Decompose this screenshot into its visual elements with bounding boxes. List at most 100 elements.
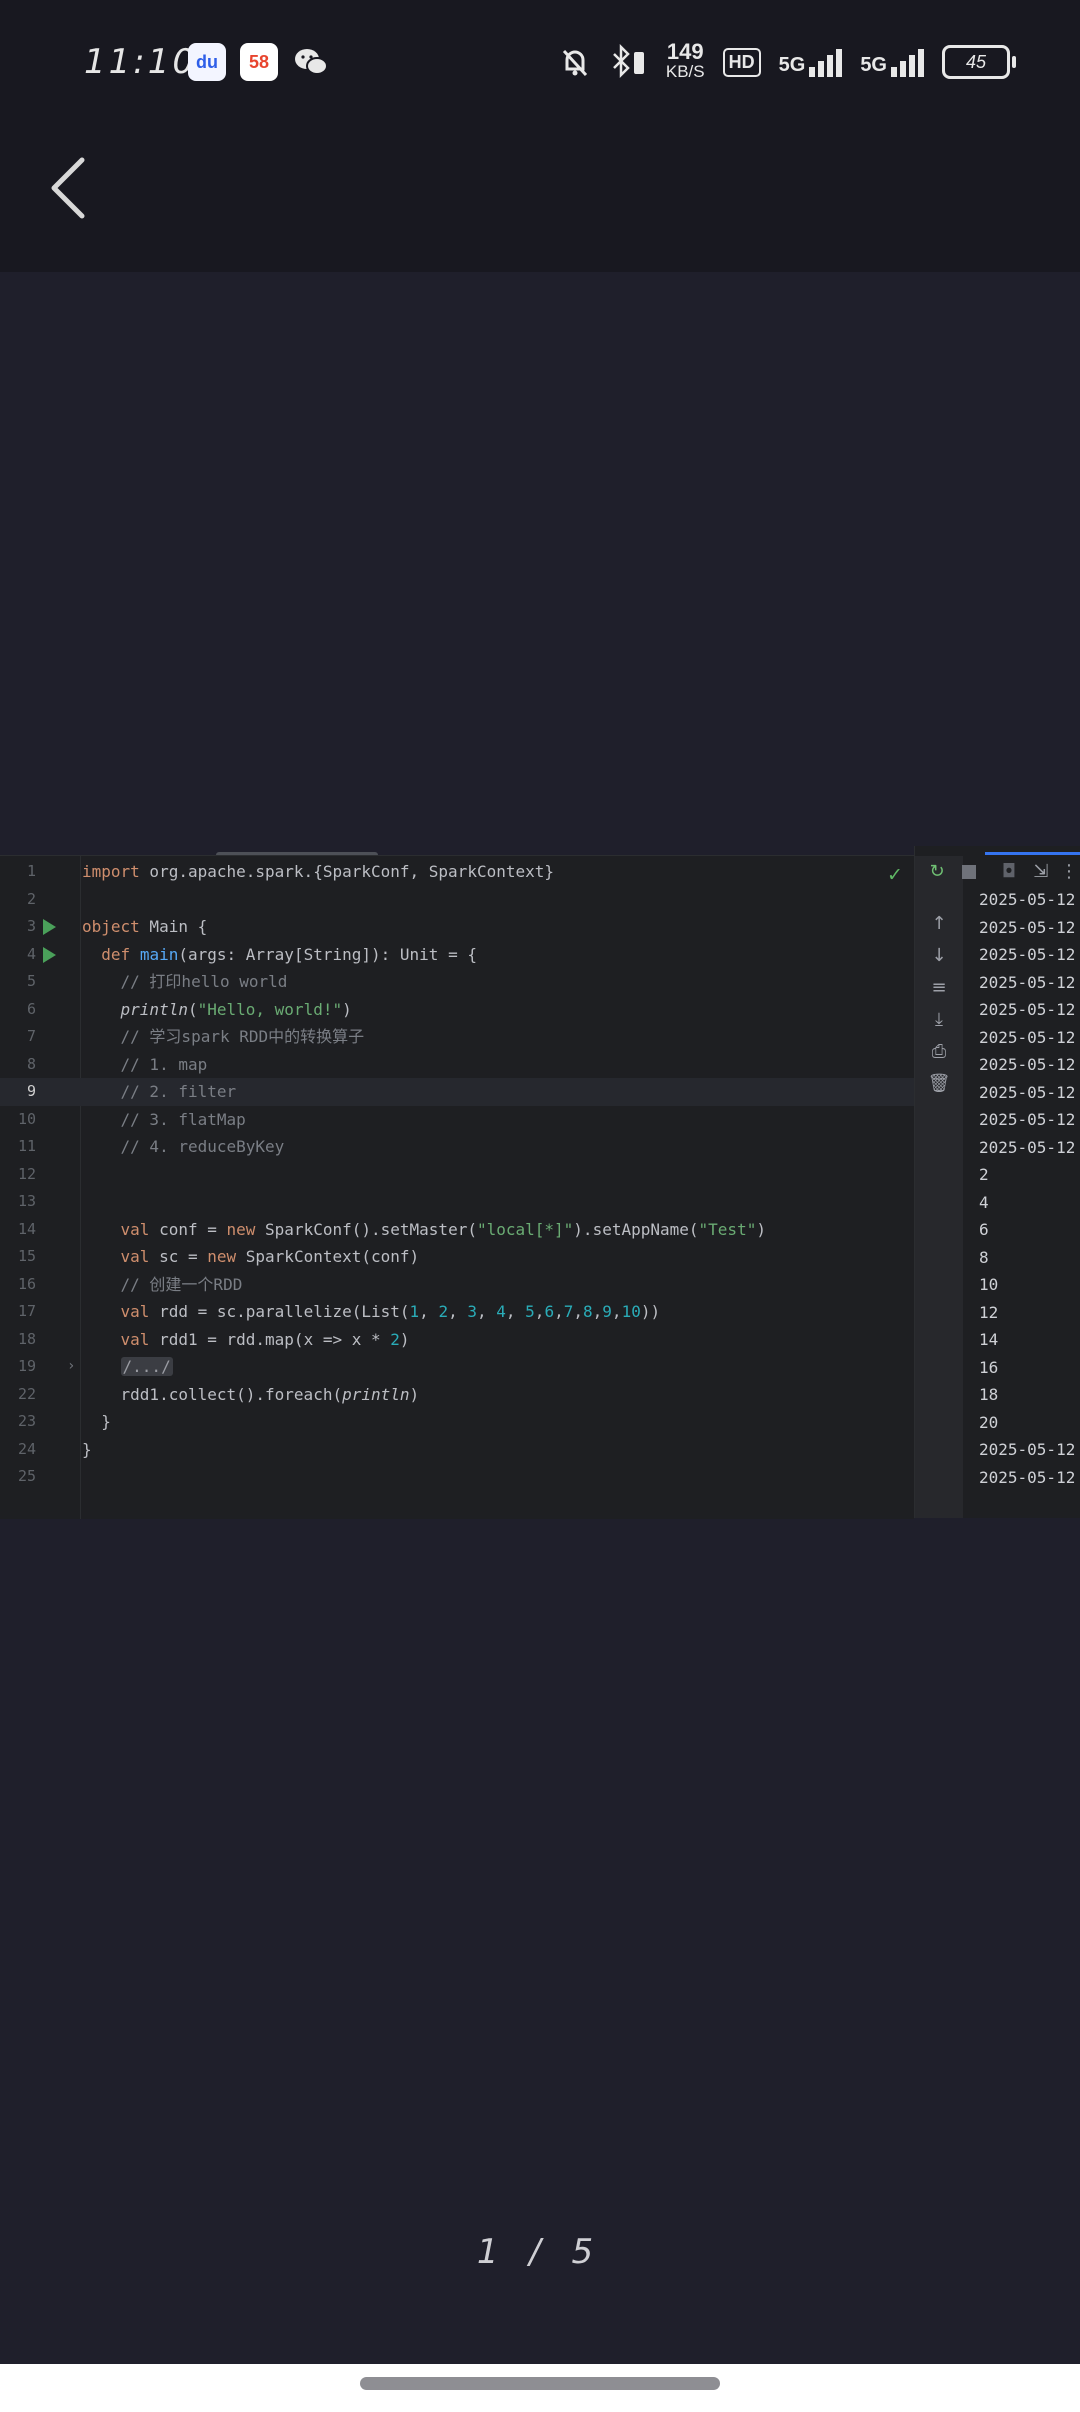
- scroll-down-icon[interactable]: ↓: [925, 942, 953, 970]
- code-text: // 打印hello world: [120, 972, 288, 991]
- code-text: // 学习spark RDD中的转换算子: [120, 1027, 365, 1046]
- line-number: 22: [17, 1384, 36, 1403]
- camera-icon[interactable]: ◘: [995, 858, 1023, 886]
- console-output-line: 10: [979, 1275, 999, 1294]
- viewer-top-bar: [0, 126, 1080, 272]
- rerun-icon[interactable]: ↻: [923, 858, 951, 886]
- code-text: // 4. reduceByKey: [120, 1137, 285, 1156]
- signal-2: 5G: [860, 47, 924, 77]
- restore-layout-icon[interactable]: ⇲: [1027, 858, 1055, 886]
- run-gutter-icon[interactable]: [43, 946, 56, 963]
- line-number: 8: [26, 1054, 36, 1073]
- code-line[interactable]: 24}: [0, 1436, 914, 1464]
- code-line[interactable]: 19 › /.../: [0, 1353, 914, 1381]
- console-output-line: 2025-05-12: [979, 1055, 1076, 1074]
- line-number: 5: [26, 972, 36, 990]
- hd-badge: HD: [722, 47, 761, 77]
- line-number: 12: [17, 1164, 36, 1183]
- code-line[interactable]: 18 val rdd1 = rdd.map(x => x * 2): [0, 1326, 914, 1354]
- run-console-panel: ↻ ◘ ⇲ ⋮ ↑ ↓ ≡ ⤓ ⎙ 🗑 2025-05-12 2025-05-12…: [914, 846, 1080, 1518]
- code-line[interactable]: 8 // 1. map: [0, 1051, 914, 1079]
- console-output-line: 2025-05-12: [979, 1137, 1076, 1157]
- back-arrow-icon[interactable]: [44, 154, 94, 222]
- console-output-line: 2025-05-12: [979, 1000, 1076, 1019]
- line-number: 24: [17, 1439, 36, 1458]
- line-number: 17: [17, 1302, 36, 1320]
- line-number: 19: [17, 1357, 36, 1375]
- console-output-line: 2025-05-12: [979, 972, 1076, 992]
- stop-icon[interactable]: [955, 858, 983, 886]
- code-line[interactable]: 3 object Main {: [0, 913, 914, 941]
- scroll-to-end-icon[interactable]: ⤓: [925, 1006, 953, 1034]
- console-output-line: 2025-05-12: [979, 890, 1076, 909]
- line-number: 11: [17, 1137, 36, 1155]
- code-line[interactable]: 2: [0, 886, 914, 914]
- scroll-up-icon[interactable]: ↑: [925, 910, 953, 938]
- clear-all-icon[interactable]: 🗑: [925, 1070, 953, 1098]
- line-number: 2: [26, 889, 36, 908]
- fold-chevron-icon[interactable]: ›: [67, 1353, 75, 1381]
- no-errors-check-icon: ✓: [887, 864, 903, 886]
- signal-1: 5G: [779, 47, 843, 77]
- line-number: 4: [26, 944, 36, 963]
- status-indicators: 149 KB/S HD 5G 5G 45: [558, 36, 1016, 88]
- code-line[interactable]: 7 // 学习spark RDD中的转换算子: [0, 1023, 914, 1051]
- console-output-line: 2025-05-12: [979, 945, 1076, 964]
- console-output-line: 14: [979, 1330, 999, 1349]
- console-output-line: 6: [979, 1220, 989, 1239]
- code-line[interactable]: 4 def main(args: Array[String]): Unit = …: [0, 941, 914, 969]
- code-line[interactable]: 25: [0, 1463, 914, 1491]
- baidu-app-icon: du: [188, 43, 226, 81]
- console-top-toolbar: ↻ ◘ ⇲ ⋮: [915, 858, 1080, 888]
- battery-indicator: 45: [942, 45, 1016, 79]
- code-line[interactable]: 9 // 2. filter: [0, 1078, 914, 1106]
- console-output-line: 16: [979, 1357, 999, 1377]
- line-number: 7: [26, 1027, 36, 1045]
- run-gutter-icon[interactable]: [43, 919, 56, 935]
- print-icon[interactable]: ⎙: [925, 1038, 953, 1066]
- console-output-line: 2025-05-12: [979, 1440, 1076, 1459]
- line-number: 3: [26, 917, 36, 935]
- code-line[interactable]: 23 }: [0, 1408, 914, 1436]
- code-line[interactable]: 11 // 4. reduceByKey: [0, 1133, 914, 1161]
- line-number: 6: [26, 999, 36, 1018]
- status-time: 11:10: [84, 42, 197, 82]
- 58-app-icon: 58: [240, 43, 278, 81]
- console-output-line: 20: [979, 1412, 999, 1432]
- line-number: 1: [26, 862, 36, 880]
- code-line[interactable]: 12: [0, 1161, 914, 1189]
- line-number: 9: [26, 1082, 36, 1100]
- code-line[interactable]: 1 import org.apache.spark.{SparkConf, Spa…: [0, 858, 914, 886]
- code-text: val sc = new SparkContext(conf): [120, 1247, 420, 1266]
- code-line[interactable]: 13: [0, 1188, 914, 1216]
- code-line[interactable]: 5 // 打印hello world: [0, 968, 914, 996]
- code-line[interactable]: 16 // 创建一个RDD: [0, 1271, 914, 1299]
- code-editor: 1 import org.apache.spark.{SparkConf, Spa…: [0, 855, 914, 1519]
- line-number: 14: [17, 1219, 36, 1238]
- code-text: rdd1.collect().foreach(println): [82, 1384, 420, 1404]
- status-bar: 11:10 du 58 149 KB/S HD 5G 5G 45: [0, 0, 1080, 126]
- console-output-line: 2025-05-12: [979, 1027, 1076, 1047]
- mute-bell-icon: [562, 49, 587, 77]
- line-number: 16: [17, 1274, 36, 1293]
- code-line[interactable]: 6 println("Hello, world!"): [0, 996, 914, 1024]
- code-text: }: [82, 1412, 111, 1431]
- soft-wrap-icon[interactable]: ≡: [925, 974, 953, 1002]
- code-line[interactable]: 10 // 3. flatMap: [0, 1106, 914, 1134]
- line-number: 23: [17, 1412, 36, 1430]
- more-options-icon[interactable]: ⋮: [1055, 858, 1080, 886]
- console-output-line: 4: [979, 1192, 989, 1212]
- code-text: }: [82, 1439, 92, 1459]
- bluetooth-icon: [612, 44, 644, 79]
- code-line[interactable]: 17 val rdd = sc.parallelize(List(1, 2, 3…: [0, 1298, 914, 1326]
- code-line[interactable]: 22 rdd1.collect().foreach(println): [0, 1381, 914, 1409]
- code-text: val conf = new SparkConf().setMaster("lo…: [120, 1219, 766, 1239]
- console-output-line: 2025-05-12: [979, 1082, 1076, 1102]
- code-text: // 3. flatMap: [120, 1109, 246, 1129]
- home-indicator[interactable]: [360, 2377, 720, 2390]
- active-tab-indicator: [985, 852, 1080, 855]
- console-output-line: 18: [979, 1385, 999, 1404]
- code-text: println("Hello, world!"): [120, 999, 352, 1019]
- code-line[interactable]: 14 val conf = new SparkConf().setMaster(…: [0, 1216, 914, 1244]
- code-line[interactable]: 15 val sc = new SparkContext(conf): [0, 1243, 914, 1271]
